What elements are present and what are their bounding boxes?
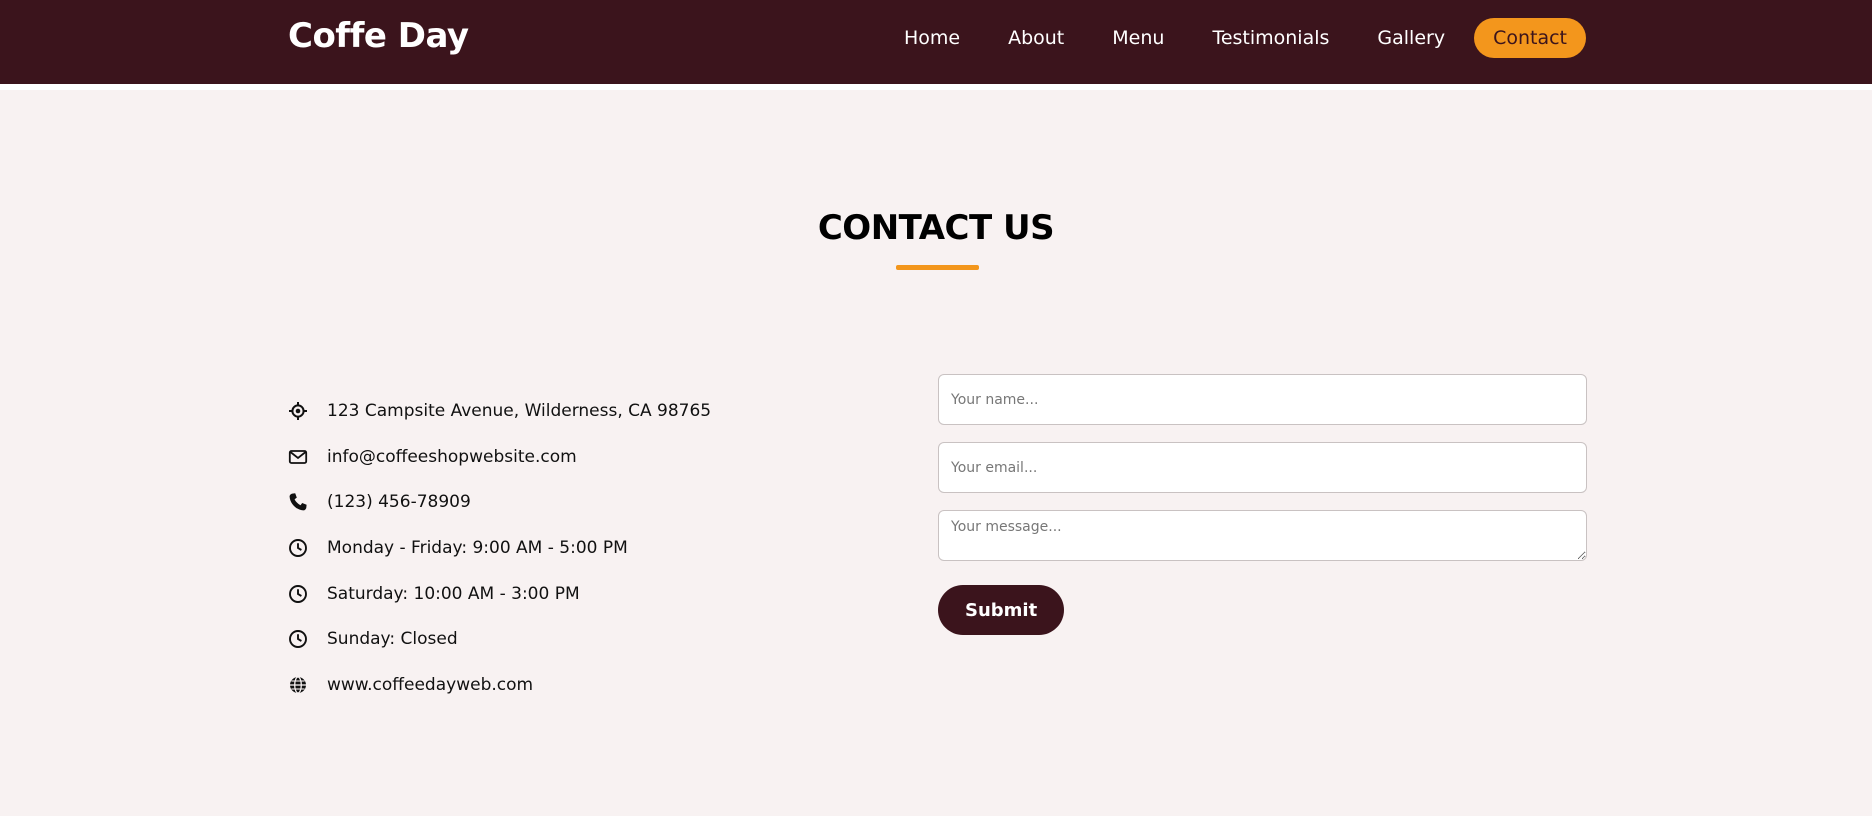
email-input[interactable]	[938, 442, 1587, 493]
contact-info-phone: (123) 456-78909	[288, 479, 908, 525]
submit-button[interactable]: Submit	[938, 585, 1065, 635]
globe-icon	[288, 675, 308, 695]
contact-info-website: www.coffeedayweb.com	[288, 662, 908, 708]
contact-info-hours-weekday: Monday - Friday: 9:00 AM - 5:00 PM	[288, 525, 908, 571]
clock-icon	[288, 584, 308, 604]
title-underline	[896, 265, 979, 270]
hours-weekday-text: Monday - Friday: 9:00 AM - 5:00 PM	[327, 537, 628, 558]
contact-info-hours-sunday: Sunday: Closed	[288, 616, 908, 662]
clock-icon	[288, 538, 308, 558]
contact-info-address: 123 Campsite Avenue, Wilderness, CA 9876…	[288, 388, 908, 434]
contact-form: Submit	[938, 374, 1587, 635]
contact-info-list: 123 Campsite Avenue, Wilderness, CA 9876…	[288, 388, 908, 708]
nav-link-home[interactable]: Home	[885, 18, 979, 58]
nav-menu: Home About Menu Testimonials Gallery Con…	[885, 16, 1586, 60]
nav-link-contact[interactable]: Contact	[1474, 18, 1586, 58]
email-text[interactable]: info@coffeeshopwebsite.com	[327, 447, 577, 467]
nav-link-menu[interactable]: Menu	[1093, 18, 1183, 58]
website-text[interactable]: www.coffeedayweb.com	[327, 675, 533, 695]
envelope-icon	[288, 447, 308, 467]
nav-link-testimonials[interactable]: Testimonials	[1193, 18, 1348, 58]
address-text: 123 Campsite Avenue, Wilderness, CA 9876…	[327, 400, 712, 421]
hours-sunday-text: Sunday: Closed	[327, 629, 458, 650]
clock-icon	[288, 629, 308, 649]
message-textarea[interactable]	[938, 510, 1587, 561]
site-logo[interactable]: Coffe Day	[288, 16, 469, 56]
navbar-bottom-strip	[0, 84, 1872, 90]
contact-info-hours-saturday: Saturday: 10:00 AM - 3:00 PM	[288, 571, 908, 617]
nav-link-gallery[interactable]: Gallery	[1358, 18, 1464, 58]
nav-link-about[interactable]: About	[989, 18, 1083, 58]
phone-text[interactable]: (123) 456-78909	[327, 492, 471, 512]
location-crosshair-icon	[288, 401, 308, 421]
contact-info-email: info@coffeeshopwebsite.com	[288, 434, 908, 480]
section-title: CONTACT US	[817, 208, 1055, 248]
name-input[interactable]	[938, 374, 1587, 425]
navbar: Coffe Day Home About Menu Testimonials G…	[0, 0, 1872, 84]
hours-saturday-text: Saturday: 10:00 AM - 3:00 PM	[327, 583, 580, 604]
phone-icon	[288, 492, 308, 512]
